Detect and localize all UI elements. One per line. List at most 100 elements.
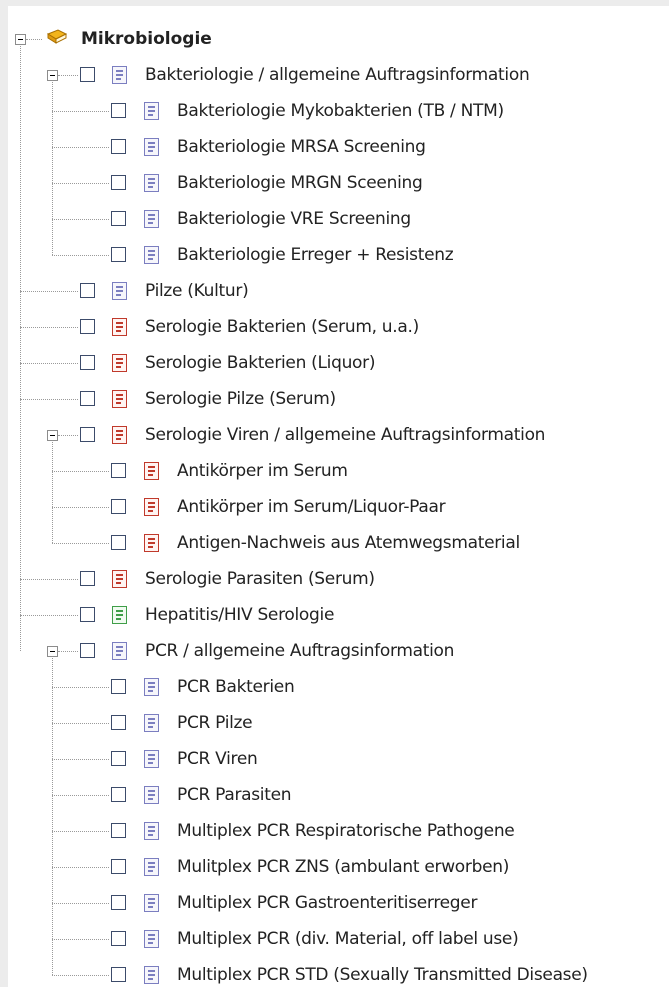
node-checkbox[interactable] [111,139,126,154]
node-checkbox[interactable] [111,787,126,802]
document-blue-icon [144,246,159,264]
node-checkbox[interactable] [111,535,126,550]
tree-node-child[interactable]: Antikörper im Serum [8,454,669,490]
node-checkbox[interactable] [111,751,126,766]
document-blue-icon [144,750,159,768]
node-checkbox[interactable] [111,103,126,118]
node-label[interactable]: Serologie Bakterien (Serum, u.a.) [145,317,419,337]
tree-node[interactable]: Serologie Bakterien (Serum, u.a.) [8,310,669,346]
collapse-toggle[interactable] [47,430,58,441]
node-label[interactable]: Bakteriologie / allgemeine Auftragsinfor… [145,65,530,85]
tree-node-child[interactable]: Bakteriologie VRE Screening [8,202,669,238]
node-label[interactable]: Pilze (Kultur) [145,281,249,301]
document-blue-icon [144,138,159,156]
node-label[interactable]: Mulitplex PCR ZNS (ambulant erworben) [177,857,509,877]
tree-node[interactable]: Bakteriologie / allgemeine Auftragsinfor… [8,58,669,94]
tree-node[interactable]: Hepatitis/HIV Serologie [8,598,669,634]
collapse-toggle[interactable] [47,646,58,657]
document-green-icon [112,606,127,624]
tree-node-child[interactable]: Multiplex PCR Respiratorische Pathogene [8,814,669,850]
node-label[interactable]: Multiplex PCR (div. Material, off label … [177,929,519,949]
node-label[interactable]: PCR Pilze [177,713,253,733]
node-checkbox[interactable] [111,247,126,262]
node-label[interactable]: Serologie Parasiten (Serum) [145,569,375,589]
node-checkbox[interactable] [111,679,126,694]
tree-node[interactable]: Serologie Bakterien (Liquor) [8,346,669,382]
node-checkbox[interactable] [111,859,126,874]
node-checkbox[interactable] [111,895,126,910]
document-blue-icon [144,930,159,948]
node-checkbox[interactable] [80,607,95,622]
tree-node-child[interactable]: Multiplex PCR STD (Sexually Transmitted … [8,958,669,987]
node-label[interactable]: PCR / allgemeine Auftragsinformation [145,641,454,661]
node-label[interactable]: Bakteriologie VRE Screening [177,209,411,229]
node-checkbox[interactable] [80,319,95,334]
node-label[interactable]: Antigen-Nachweis aus Atemwegsmaterial [177,533,520,553]
node-checkbox[interactable] [80,643,95,658]
tree-node[interactable]: Serologie Viren / allgemeine Auftragsinf… [8,418,669,454]
document-blue-icon [144,966,159,984]
node-checkbox[interactable] [111,967,126,982]
tree-node-child[interactable]: Bakteriologie Mykobakterien (TB / NTM) [8,94,669,130]
node-checkbox[interactable] [80,391,95,406]
tree-node-child[interactable]: Multiplex PCR (div. Material, off label … [8,922,669,958]
node-checkbox[interactable] [80,283,95,298]
tree-node[interactable]: PCR / allgemeine Auftragsinformation [8,634,669,670]
node-label[interactable]: Multiplex PCR Respiratorische Pathogene [177,821,515,841]
tree-node-child[interactable]: Bakteriologie Erreger + Resistenz [8,238,669,274]
tree-node-child[interactable]: Multiplex PCR Gastroenteritiserreger [8,886,669,922]
node-checkbox[interactable] [111,931,126,946]
node-checkbox[interactable] [111,211,126,226]
node-checkbox[interactable] [111,823,126,838]
tree-node-child[interactable]: Bakteriologie MRSA Screening [8,130,669,166]
tree-node-child[interactable]: PCR Parasiten [8,778,669,814]
document-red-icon [144,534,159,552]
node-label[interactable]: Bakteriologie Mykobakterien (TB / NTM) [177,101,504,121]
node-label[interactable]: Hepatitis/HIV Serologie [145,605,334,625]
node-checkbox[interactable] [80,571,95,586]
document-red-icon [112,354,127,372]
tree-node-child[interactable]: Antigen-Nachweis aus Atemwegsmaterial [8,526,669,562]
node-checkbox[interactable] [111,463,126,478]
node-checkbox[interactable] [111,175,126,190]
node-label[interactable]: PCR Bakterien [177,677,295,697]
node-label[interactable]: Serologie Viren / allgemeine Auftragsinf… [145,425,545,445]
tree-node[interactable]: Pilze (Kultur) [8,274,669,310]
node-checkbox[interactable] [80,427,95,442]
tree-node[interactable]: Serologie Pilze (Serum) [8,382,669,418]
tree-node-child[interactable]: PCR Bakterien [8,670,669,706]
node-checkbox[interactable] [80,67,95,82]
node-label[interactable]: Serologie Pilze (Serum) [145,389,336,409]
document-red-icon [112,570,127,588]
tree-node-child[interactable]: PCR Pilze [8,706,669,742]
node-checkbox[interactable] [80,355,95,370]
collapse-toggle[interactable] [47,70,58,81]
tree-view[interactable]: Mikrobiologie Bakteriologie / allgemeine… [8,6,669,987]
node-label[interactable]: Multiplex PCR Gastroenteritiserreger [177,893,477,913]
tree-node-child[interactable]: PCR Viren [8,742,669,778]
node-label[interactable]: Bakteriologie MRSA Screening [177,137,426,157]
node-label[interactable]: PCR Viren [177,749,258,769]
collapse-toggle-root[interactable] [15,34,26,45]
tree-node[interactable]: Serologie Parasiten (Serum) [8,562,669,598]
node-label[interactable]: Bakteriologie MRGN Sceening [177,173,423,193]
node-label[interactable]: Antikörper im Serum [177,461,348,481]
document-red-icon [112,426,127,444]
tree-node-child[interactable]: Antikörper im Serum/Liquor-Paar [8,490,669,526]
node-label[interactable]: Serologie Bakterien (Liquor) [145,353,375,373]
node-checkbox[interactable] [111,499,126,514]
tree-node-child[interactable]: Mulitplex PCR ZNS (ambulant erworben) [8,850,669,886]
document-blue-icon [144,210,159,228]
node-label[interactable]: Bakteriologie Erreger + Resistenz [177,245,454,265]
document-blue-icon [144,822,159,840]
node-label[interactable]: Antikörper im Serum/Liquor-Paar [177,497,446,517]
document-blue-icon [144,786,159,804]
tree-root: Mikrobiologie [8,22,669,58]
node-label[interactable]: Multiplex PCR STD (Sexually Transmitted … [177,965,588,985]
node-label[interactable]: PCR Parasiten [177,785,292,805]
document-red-icon [112,390,127,408]
tree-root-label[interactable]: Mikrobiologie [81,29,212,49]
node-checkbox[interactable] [111,715,126,730]
document-blue-icon [144,102,159,120]
tree-node-child[interactable]: Bakteriologie MRGN Sceening [8,166,669,202]
